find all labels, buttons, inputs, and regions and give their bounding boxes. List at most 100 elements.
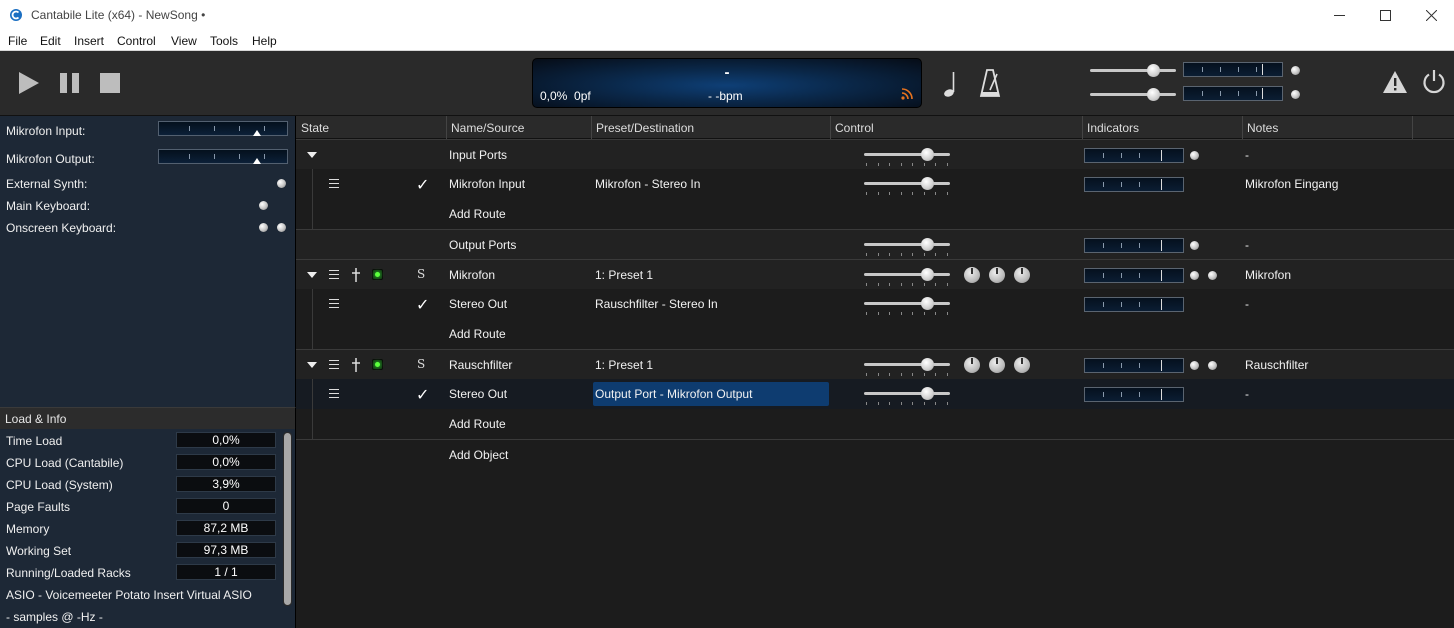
gain-slider[interactable]: [864, 148, 950, 166]
pan-knob[interactable]: [964, 357, 980, 373]
note-icon[interactable]: [942, 70, 960, 98]
row-route[interactable]: ✓ Mikrofon Input Mikrofon - Stereo In Mi…: [296, 169, 1454, 199]
menu-icon[interactable]: [329, 360, 339, 369]
width-knob[interactable]: [1014, 267, 1030, 283]
add-route-link[interactable]: Add Route: [449, 417, 506, 431]
row-plugin-mikrofon[interactable]: S Mikrofon 1: Preset 1 Mikrofon: [296, 259, 1454, 289]
row-name[interactable]: Mikrofon Input: [449, 177, 525, 191]
add-route-link[interactable]: Add Route: [449, 207, 506, 221]
metronome-icon[interactable]: [979, 68, 1003, 98]
gain-slider[interactable]: [864, 297, 950, 315]
load-info-scrollbar[interactable]: [283, 432, 292, 606]
mikrofon-output-label: Mikrofon Output:: [6, 152, 95, 166]
broadcast-icon[interactable]: [901, 87, 914, 100]
row-add-route[interactable]: Add Route: [296, 199, 1454, 229]
gain-slider[interactable]: [864, 268, 950, 286]
window-title: Cantabile Lite (x64) - NewSong •: [31, 8, 206, 22]
solo-button[interactable]: S: [417, 357, 425, 371]
gain-slider[interactable]: [864, 387, 950, 405]
row-destination[interactable]: Output Port - Mikrofon Output: [595, 387, 752, 401]
menu-control[interactable]: Control: [117, 34, 156, 48]
load-info-header[interactable]: Load & Info: [0, 407, 296, 429]
mikrofon-input-meter: [158, 121, 288, 136]
close-button[interactable]: [1408, 0, 1454, 31]
bypass-icon[interactable]: [352, 358, 360, 372]
mikrofon-input-label: Mikrofon Input:: [6, 124, 86, 138]
row-notes[interactable]: -: [1245, 238, 1249, 252]
status-display[interactable]: - 0,0% 0pf - -bpm: [532, 58, 922, 108]
menu-help[interactable]: Help: [252, 34, 277, 48]
col-name-source[interactable]: Name/Source: [451, 121, 524, 135]
stop-icon[interactable]: [99, 72, 121, 94]
master-gain-slider[interactable]: [1090, 64, 1176, 78]
row-notes[interactable]: Mikrofon: [1245, 268, 1291, 282]
add-route-link[interactable]: Add Route: [449, 327, 506, 341]
page-faults-label: Page Faults: [6, 500, 71, 514]
row-add-route[interactable]: Add Route: [296, 409, 1454, 439]
menu-edit[interactable]: Edit: [40, 34, 61, 48]
solo-button[interactable]: S: [417, 267, 425, 281]
expand-icon[interactable]: [307, 152, 317, 158]
row-notes[interactable]: Rauschfilter: [1245, 358, 1308, 372]
check-icon[interactable]: ✓: [416, 175, 429, 195]
row-add-route[interactable]: Add Route: [296, 319, 1454, 349]
row-name[interactable]: Mikrofon: [449, 268, 495, 282]
row-preset[interactable]: 1: Preset 1: [595, 268, 653, 282]
col-notes[interactable]: Notes: [1247, 121, 1278, 135]
plugin-active-led[interactable]: [372, 269, 383, 280]
col-preset-destination[interactable]: Preset/Destination: [596, 121, 694, 135]
row-notes[interactable]: Mikrofon Eingang: [1245, 177, 1338, 191]
balance-knob[interactable]: [989, 357, 1005, 373]
row-route[interactable]: ✓ Stereo Out Rauschfilter - Stereo In -: [296, 289, 1454, 319]
gain-slider[interactable]: [864, 358, 950, 376]
row-add-object[interactable]: Add Object: [296, 439, 1454, 469]
page-faults-value: 0: [176, 498, 276, 514]
menu-icon[interactable]: [329, 179, 339, 188]
row-name[interactable]: Rauschfilter: [449, 358, 512, 372]
racks-label: Running/Loaded Racks: [6, 566, 131, 580]
gain-slider[interactable]: [864, 177, 950, 195]
row-preset[interactable]: 1: Preset 1: [595, 358, 653, 372]
menu-insert[interactable]: Insert: [74, 34, 104, 48]
play-icon[interactable]: [17, 71, 41, 95]
expand-icon[interactable]: [307, 272, 317, 278]
master-gain-slider-2[interactable]: [1090, 88, 1176, 102]
expand-icon[interactable]: [307, 362, 317, 368]
check-icon[interactable]: ✓: [416, 385, 429, 405]
row-destination[interactable]: Rauschfilter - Stereo In: [595, 297, 718, 311]
check-icon[interactable]: ✓: [416, 295, 429, 315]
row-route-selected[interactable]: ✓ Stereo Out Output Port - Mikrofon Outp…: [296, 379, 1454, 409]
warning-icon[interactable]: [1382, 70, 1408, 94]
menu-file[interactable]: File: [8, 34, 27, 48]
pause-icon[interactable]: [59, 72, 81, 94]
maximize-button[interactable]: [1362, 0, 1408, 31]
row-input-ports[interactable]: Input Ports -: [296, 139, 1454, 169]
row-notes[interactable]: -: [1245, 387, 1249, 401]
row-name[interactable]: Stereo Out: [449, 297, 507, 311]
gain-slider[interactable]: [864, 238, 950, 256]
row-notes[interactable]: -: [1245, 297, 1249, 311]
row-plugin-rauschfilter[interactable]: S Rauschfilter 1: Preset 1 Rauschfilter: [296, 349, 1454, 379]
menu-icon[interactable]: [329, 270, 339, 279]
minimize-button[interactable]: [1316, 0, 1362, 31]
plugin-active-led[interactable]: [372, 359, 383, 370]
row-output-ports[interactable]: Output Ports -: [296, 229, 1454, 259]
width-knob[interactable]: [1014, 357, 1030, 373]
balance-knob[interactable]: [989, 267, 1005, 283]
col-state[interactable]: State: [301, 121, 329, 135]
row-destination[interactable]: Mikrofon - Stereo In: [595, 177, 700, 191]
menu-icon[interactable]: [329, 389, 339, 398]
menu-icon[interactable]: [329, 299, 339, 308]
col-control[interactable]: Control: [835, 121, 874, 135]
row-name[interactable]: Stereo Out: [449, 387, 507, 401]
pan-knob[interactable]: [964, 267, 980, 283]
col-indicators[interactable]: Indicators: [1087, 121, 1139, 135]
row-notes[interactable]: -: [1245, 148, 1249, 162]
power-icon[interactable]: [1421, 69, 1447, 95]
add-object-link[interactable]: Add Object: [449, 448, 508, 462]
menu-view[interactable]: View: [171, 34, 197, 48]
row-name: Output Ports: [449, 238, 517, 252]
bypass-icon[interactable]: [352, 268, 360, 282]
audio-driver: ASIO - Voicemeeter Potato Insert Virtual…: [6, 588, 252, 602]
menu-tools[interactable]: Tools: [210, 34, 238, 48]
